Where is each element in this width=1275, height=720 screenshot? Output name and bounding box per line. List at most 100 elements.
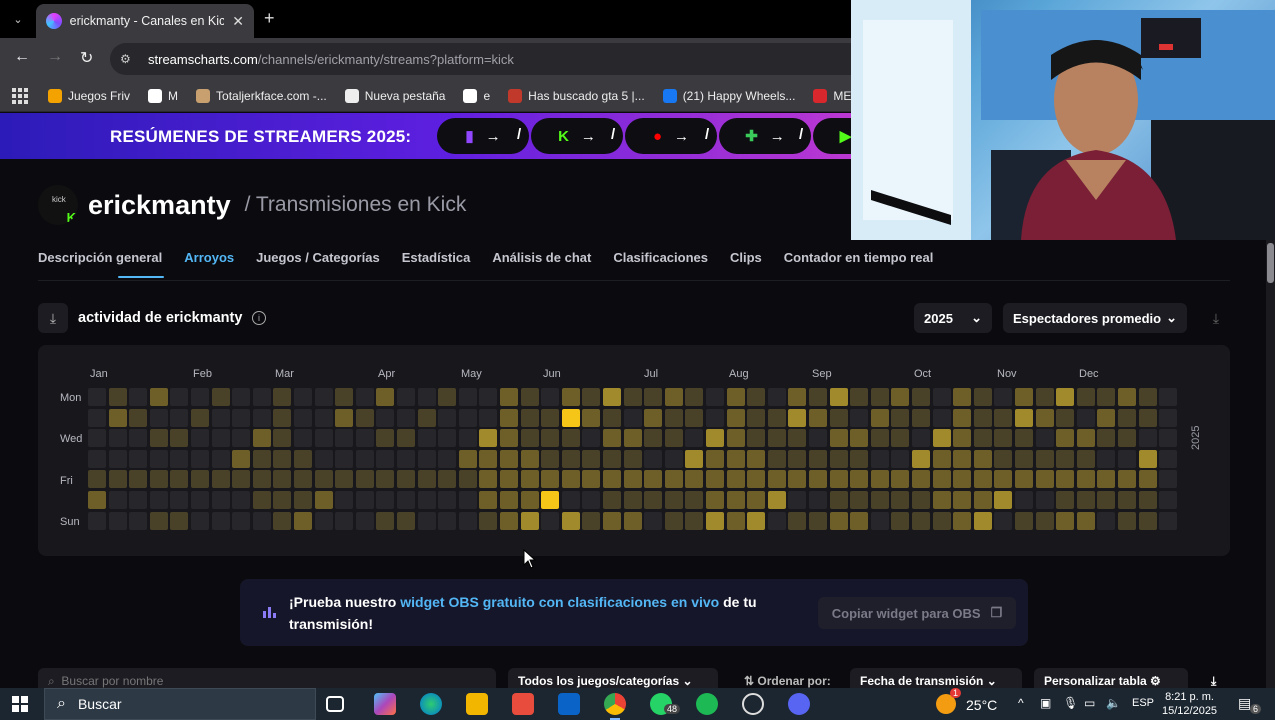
heatmap-cell[interactable] [541,511,560,530]
heatmap-cell[interactable] [1138,408,1157,427]
heatmap-cell[interactable] [561,511,580,530]
heatmap-cell[interactable] [850,470,869,489]
heatmap-cell[interactable] [850,491,869,509]
heatmap-cell[interactable] [541,388,560,406]
heatmap-cell[interactable] [767,449,786,468]
heatmap-cell[interactable] [685,388,704,406]
heatmap-cell[interactable] [129,511,148,530]
heatmap-cell[interactable] [191,408,209,427]
heatmap-cell[interactable] [479,511,498,530]
volume-icon[interactable]: 🔈 [1106,696,1121,710]
heatmap-cell[interactable] [767,470,786,489]
heatmap-cell[interactable] [747,491,766,509]
browser-tab[interactable]: erickmanty - Canales en Kick: e ✕ [36,4,254,38]
heatmap-cell[interactable] [335,429,354,448]
heatmap-cell[interactable] [520,408,539,427]
heatmap-cell[interactable] [211,491,230,509]
heatmap-cell[interactable] [376,449,395,468]
heatmap-cell[interactable] [458,491,477,509]
store-icon[interactable] [512,693,534,715]
heatmap-cell[interactable] [1097,408,1116,427]
apps-grid-icon[interactable] [12,87,28,104]
heatmap-cell[interactable] [397,449,415,468]
heatmap-cell[interactable] [211,408,230,427]
heatmap-cell[interactable] [1118,388,1136,406]
heatmap-cell[interactable] [417,388,436,406]
heatmap-cell[interactable] [664,491,683,509]
heatmap-cell[interactable] [932,408,951,427]
tab-contador-en-tiempo-real[interactable]: Contador en tiempo real [784,250,934,265]
heatmap-cell[interactable] [1118,408,1136,427]
heatmap-cell[interactable] [561,388,580,406]
heatmap-cell[interactable] [994,408,1013,427]
tab-descripción-general[interactable]: Descripción general [38,250,162,265]
heatmap-cell[interactable] [149,470,168,489]
heatmap-cell[interactable] [726,449,745,468]
heatmap-cell[interactable] [149,449,168,468]
heatmap-cell[interactable] [891,429,910,448]
heatmap-cell[interactable] [1097,429,1116,448]
heatmap-cell[interactable] [376,388,395,406]
heatmap-cell[interactable] [623,470,642,489]
heatmap-cell[interactable] [891,491,910,509]
heatmap-cell[interactable] [1159,491,1178,509]
heatmap-cell[interactable] [747,470,766,489]
heatmap-cell[interactable] [1076,429,1095,448]
heatmap-cell[interactable] [355,429,374,448]
heatmap-cell[interactable] [108,408,127,427]
heatmap-cell[interactable] [108,470,127,489]
heatmap-cell[interactable] [891,408,910,427]
obs-icon[interactable] [742,693,764,715]
heatmap-cell[interactable] [561,429,580,448]
heatmap-cell[interactable] [294,470,312,489]
heatmap-cell[interactable] [397,491,415,509]
heatmap-cell[interactable] [149,429,168,448]
heatmap-cell[interactable] [726,491,745,509]
windows-start-icon[interactable] [12,696,28,712]
heatmap-cell[interactable] [1118,449,1136,468]
heatmap-cell[interactable] [232,408,251,427]
language-indicator[interactable]: ESP [1132,697,1154,709]
heatmap-cell[interactable] [335,491,354,509]
heatmap-cell[interactable] [603,388,621,406]
heatmap-cell[interactable] [1035,408,1054,427]
heatmap-cell[interactable] [500,388,518,406]
heatmap-cell[interactable] [1118,429,1136,448]
widget-link[interactable]: widget OBS gratuito con clasificaciones … [400,594,719,610]
heatmap-cell[interactable] [458,408,477,427]
heatmap-cell[interactable] [355,491,374,509]
heatmap-cell[interactable] [809,429,827,448]
heatmap-cell[interactable] [623,449,642,468]
heatmap-cell[interactable] [314,449,333,468]
tray-overflow-icon[interactable]: ^ [1018,696,1024,710]
heatmap-cell[interactable] [438,511,457,530]
promo-platform-button[interactable]: ▮ → [437,118,529,154]
heatmap-cell[interactable] [561,491,580,509]
heatmap-cell[interactable] [809,511,827,530]
heatmap-cell[interactable] [953,491,972,509]
heatmap-cell[interactable] [1015,511,1033,530]
heatmap-cell[interactable] [829,408,848,427]
heatmap-cell[interactable] [1035,491,1054,509]
heatmap-cell[interactable] [252,408,271,427]
heatmap-cell[interactable] [1138,470,1157,489]
tab-juegos-categorías[interactable]: Juegos / Categorías [256,250,380,265]
heatmap-cell[interactable] [1097,491,1116,509]
heatmap-cell[interactable] [397,429,415,448]
heatmap-cell[interactable] [870,511,889,530]
heatmap-cell[interactable] [973,470,992,489]
heatmap-cell[interactable] [149,511,168,530]
promo-platform-button[interactable]: K → [531,118,623,154]
heatmap-cell[interactable] [1097,470,1116,489]
bookmark-item[interactable]: e [463,88,490,103]
chrome-icon[interactable] [604,693,626,720]
heatmap-cell[interactable] [294,408,312,427]
heatmap-cell[interactable] [108,388,127,406]
heatmap-cell[interactable] [726,470,745,489]
heatmap-cell[interactable] [170,491,189,509]
heatmap-cell[interactable] [973,449,992,468]
heatmap-cell[interactable] [438,449,457,468]
tab-clips[interactable]: Clips [730,250,762,265]
heatmap-cell[interactable] [252,388,271,406]
heatmap-cell[interactable] [191,511,209,530]
